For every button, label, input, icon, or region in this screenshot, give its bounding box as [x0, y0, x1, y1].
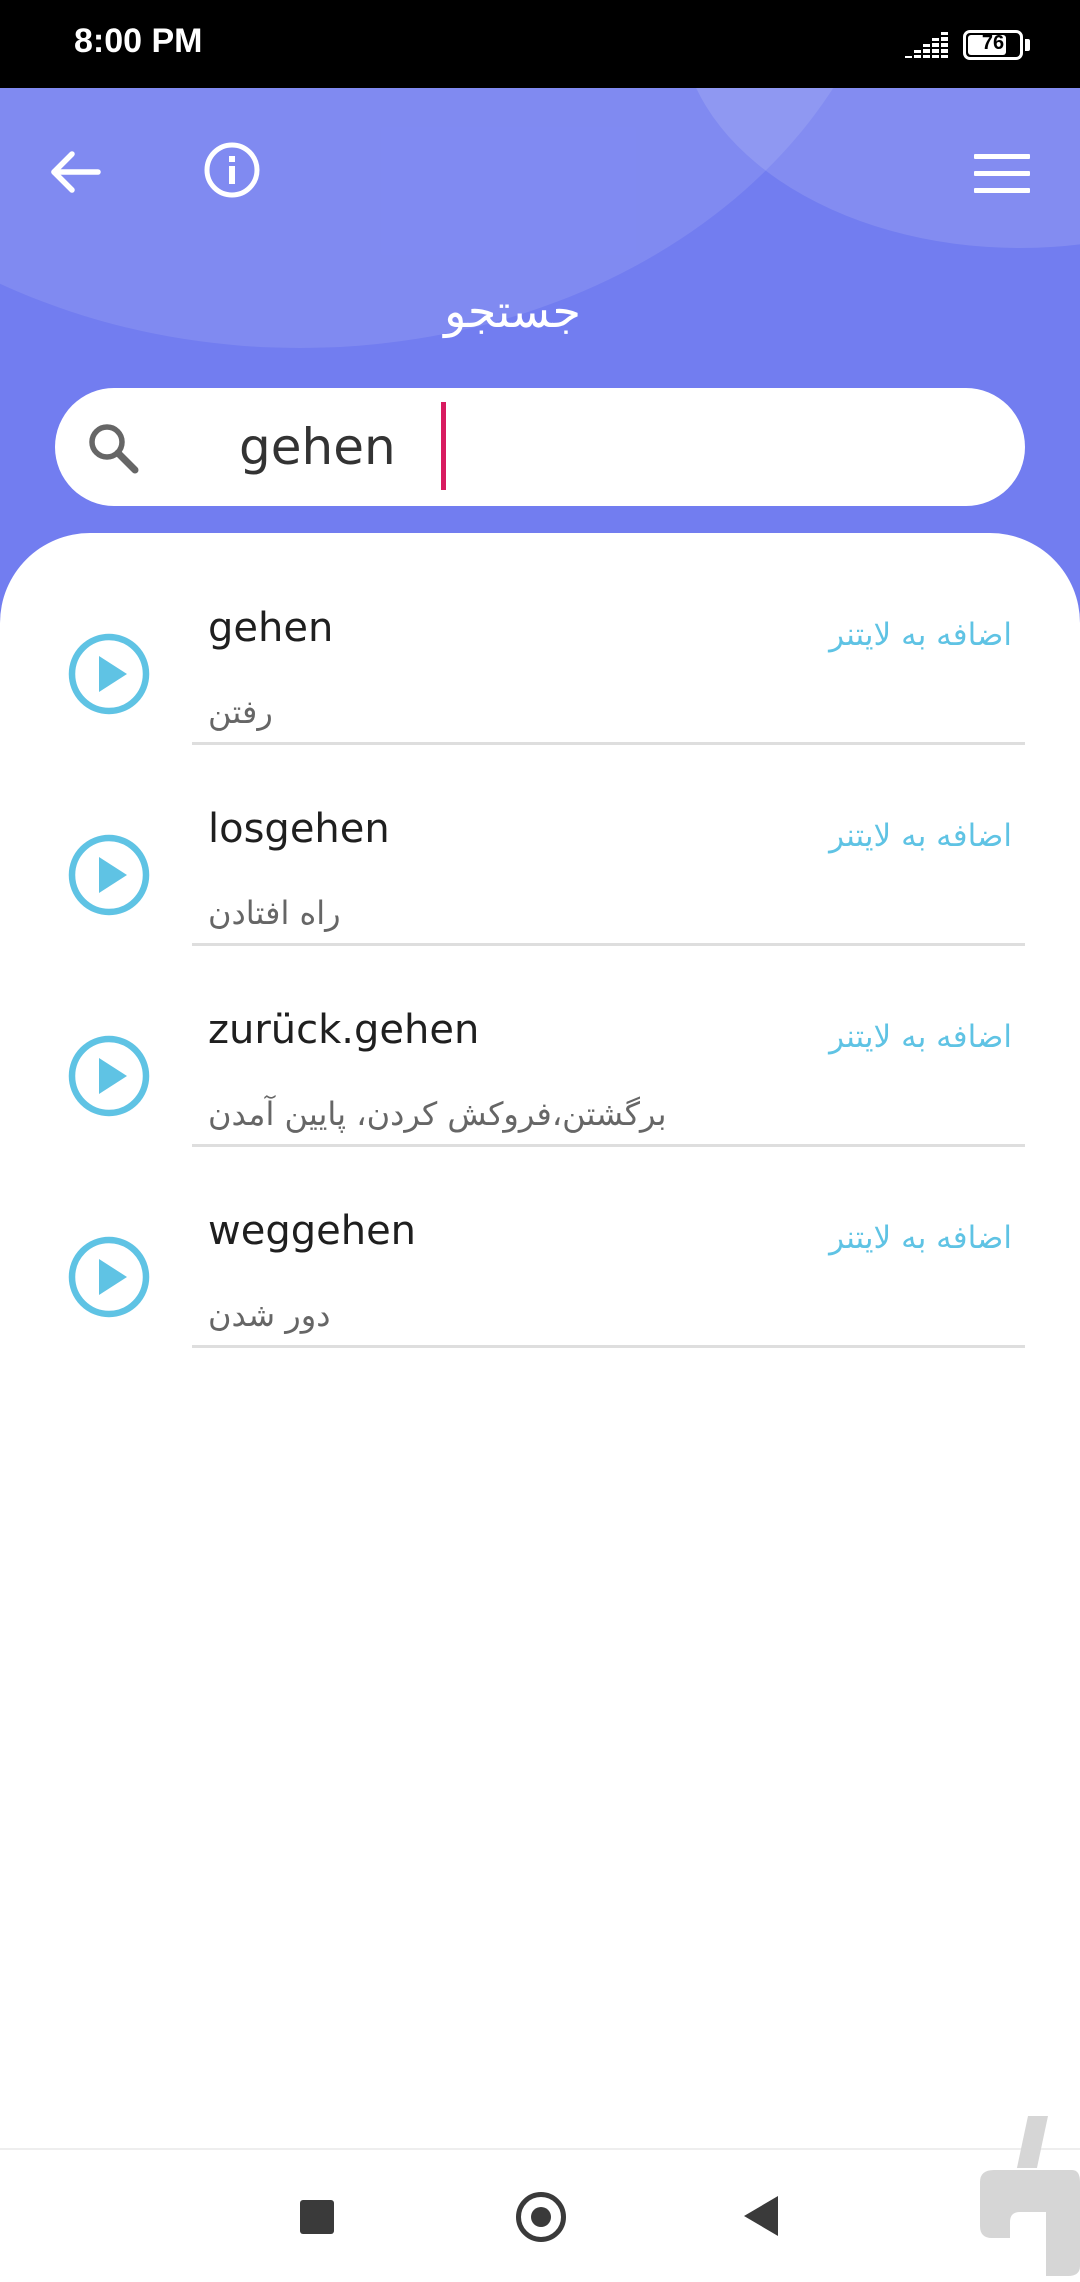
page-title: جستجو	[444, 284, 581, 338]
translation-text: برگشتن،فروکش کردن، پایین آمدن	[208, 1095, 667, 1133]
status-bar: 8:00 PM 76	[0, 0, 1080, 88]
home-button[interactable]	[516, 2192, 566, 2242]
play-button[interactable]	[66, 832, 152, 918]
play-circle-icon	[68, 633, 150, 715]
search-icon	[89, 424, 139, 474]
add-to-leitner-link[interactable]: اضافه به لایتنر	[829, 1220, 1012, 1256]
arrow-left-icon	[51, 151, 101, 193]
info-circle-icon	[204, 142, 260, 198]
translation-text: رفتن	[208, 693, 273, 731]
battery-nub	[1025, 39, 1030, 51]
navigation-bar	[0, 2148, 1080, 2282]
play-button[interactable]	[66, 1234, 152, 1320]
back-button[interactable]	[40, 136, 112, 208]
word-text: losgehen	[208, 806, 390, 852]
triangle-back-icon	[744, 2196, 778, 2236]
hamburger-menu-icon	[974, 154, 1030, 193]
play-button[interactable]	[66, 631, 152, 717]
recents-button[interactable]	[300, 2200, 334, 2234]
search-input[interactable]	[239, 410, 839, 484]
list-item[interactable]: gehen رفتن اضافه به لایتنر	[0, 533, 1080, 745]
list-item[interactable]: losgehen راه افتادن اضافه به لایتنر	[0, 734, 1080, 946]
results-sheet: gehen رفتن اضافه به لایتنر losgehen راه …	[0, 533, 1080, 2149]
status-time: 8:00 PM	[74, 22, 203, 60]
translation-text: دور شدن	[208, 1296, 331, 1334]
home-dot	[531, 2207, 551, 2227]
battery-icon: 76	[963, 30, 1023, 60]
play-circle-icon	[68, 834, 150, 916]
play-button[interactable]	[66, 1033, 152, 1119]
nav-back-button[interactable]	[742, 2194, 782, 2238]
add-to-leitner-link[interactable]: اضافه به لایتنر	[829, 1019, 1012, 1055]
translation-text: راه افتادن	[208, 894, 341, 932]
add-to-leitner-link[interactable]: اضافه به لایتنر	[829, 617, 1012, 653]
add-to-leitner-link[interactable]: اضافه به لایتنر	[829, 818, 1012, 854]
search-box[interactable]	[55, 388, 1025, 506]
menu-button[interactable]	[966, 138, 1038, 210]
list-item[interactable]: zurück.gehen برگشتن،فروکش کردن، پایین آم…	[0, 935, 1080, 1147]
word-text: zurück.gehen	[208, 1007, 480, 1053]
word-text: weggehen	[208, 1208, 417, 1254]
list-item[interactable]: weggehen دور شدن اضافه به لایتنر	[0, 1136, 1080, 1348]
play-circle-icon	[68, 1236, 150, 1318]
signal-icon	[905, 32, 949, 60]
text-caret	[441, 402, 446, 490]
divider	[192, 1345, 1025, 1348]
battery-level-text: 76	[981, 32, 1005, 54]
play-circle-icon	[68, 1035, 150, 1117]
info-button[interactable]	[196, 134, 268, 206]
store-logo-icon	[980, 2116, 1080, 2276]
word-text: gehen	[208, 605, 334, 651]
